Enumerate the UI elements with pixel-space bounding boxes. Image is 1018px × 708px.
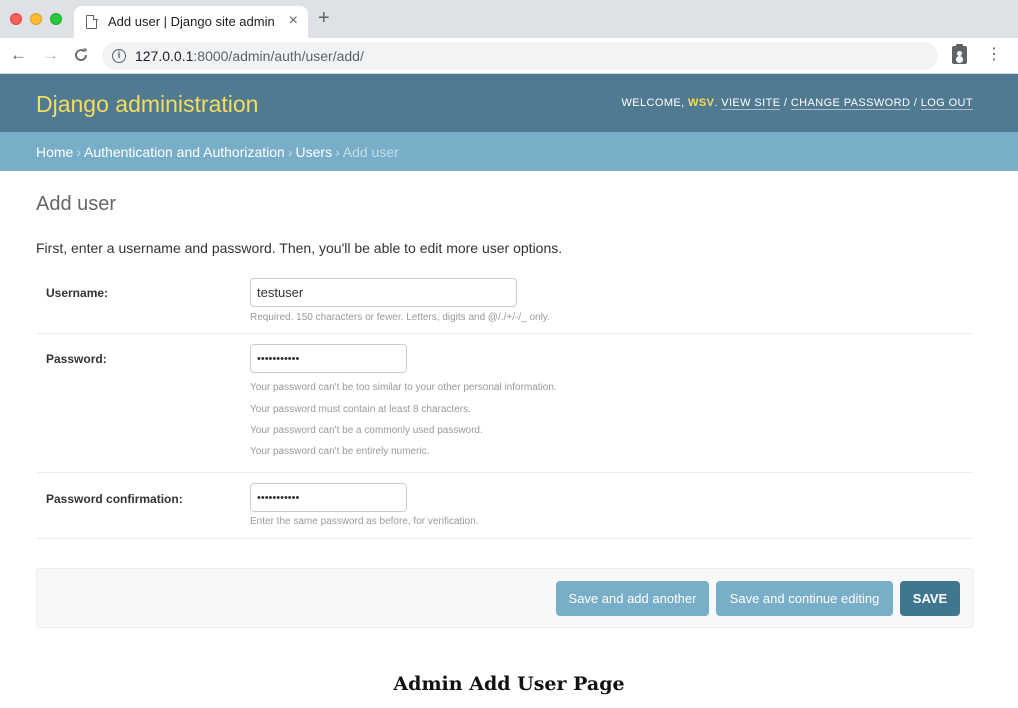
- breadcrumb-separator: ›: [76, 144, 82, 160]
- forward-icon[interactable]: →: [42, 44, 59, 66]
- username-label: Username:: [46, 286, 109, 300]
- tab-title: Add user | Django site admin: [108, 14, 275, 29]
- password-input[interactable]: [250, 344, 407, 373]
- save-and-add-another-button[interactable]: Save and add another: [556, 581, 709, 616]
- username-help: Required. 150 characters or fewer. Lette…: [250, 312, 550, 323]
- breadcrumb-home-link[interactable]: Home: [36, 144, 73, 160]
- username-row: Username: Required. 150 characters or fe…: [36, 270, 973, 334]
- password-help-similar: Your password can't be too similar to yo…: [250, 382, 557, 393]
- password-confirmation-label: Password confirmation:: [46, 492, 183, 506]
- password-confirmation-help: Enter the same password as before, for v…: [250, 516, 479, 527]
- intro-text: First, enter a username and password. Th…: [36, 240, 563, 256]
- username-input[interactable]: [250, 278, 517, 307]
- password-help-numeric: Your password can't be entirely numeric.: [250, 446, 430, 457]
- address-bar[interactable]: i 127.0.0.1:8000/admin/auth/user/add/: [102, 42, 938, 70]
- figure-caption: Admin Add User Page: [393, 673, 625, 695]
- close-tab-icon[interactable]: ×: [289, 12, 298, 30]
- admin-header: Django administration WELCOME, WSV. VIEW…: [0, 74, 1018, 132]
- page-title: Add user: [36, 193, 117, 215]
- change-password-link[interactable]: CHANGE PASSWORD: [790, 97, 911, 110]
- password-label: Password:: [46, 352, 107, 366]
- browser-tab[interactable]: Add user | Django site admin ×: [74, 6, 308, 38]
- user-tools: WELCOME, WSV. VIEW SITE / CHANGE PASSWOR…: [621, 97, 973, 110]
- log-out-link[interactable]: LOG OUT: [920, 97, 973, 110]
- info-icon[interactable]: i: [112, 49, 126, 63]
- password-row: Password: Your password can't be too sim…: [36, 334, 973, 473]
- save-and-continue-button[interactable]: Save and continue editing: [716, 581, 893, 616]
- browser-toolbar: ← → i 127.0.0.1:8000/admin/auth/user/add…: [0, 38, 1018, 74]
- username-label: WSV: [688, 97, 715, 109]
- url-text: 127.0.0.1:8000/admin/auth/user/add/: [135, 48, 364, 64]
- save-button[interactable]: SAVE: [900, 581, 960, 616]
- reload-icon[interactable]: [73, 44, 89, 69]
- breadcrumb-separator: ›: [287, 144, 293, 160]
- close-window-icon[interactable]: [10, 13, 22, 25]
- password-help-common: Your password can't be a commonly used p…: [250, 425, 483, 436]
- view-site-link[interactable]: VIEW SITE: [721, 97, 781, 110]
- site-branding[interactable]: Django administration: [36, 91, 258, 118]
- back-icon[interactable]: ←: [10, 44, 27, 66]
- maximize-window-icon[interactable]: [50, 13, 62, 25]
- clipboard-extension-icon[interactable]: [952, 44, 967, 64]
- breadcrumb-current: Add user: [342, 144, 399, 160]
- password-confirmation-row: Password confirmation: Enter the same pa…: [36, 473, 973, 539]
- url-path: :8000/admin/auth/user/add/: [193, 48, 364, 64]
- password-help-length: Your password must contain at least 8 ch…: [250, 404, 471, 415]
- welcome-text: WELCOME,: [621, 97, 689, 109]
- breadcrumb-app-link[interactable]: Authentication and Authorization: [84, 144, 285, 160]
- document-icon: [86, 14, 98, 29]
- url-host: 127.0.0.1: [135, 48, 194, 64]
- password-confirmation-input[interactable]: [250, 483, 407, 512]
- breadcrumb-separator: ›: [335, 144, 340, 160]
- minimize-window-icon[interactable]: [30, 13, 42, 25]
- breadcrumb-users-link[interactable]: Users: [296, 144, 333, 160]
- new-tab-icon[interactable]: +: [318, 8, 330, 28]
- browser-tab-bar: Add user | Django site admin × +: [0, 0, 1018, 38]
- breadcrumb: Home › Authentication and Authorization › Us…: [0, 132, 1018, 171]
- browser-menu-icon[interactable]: ⋮: [986, 44, 1002, 66]
- submit-row: Save and add another Save and continue e…: [36, 568, 974, 628]
